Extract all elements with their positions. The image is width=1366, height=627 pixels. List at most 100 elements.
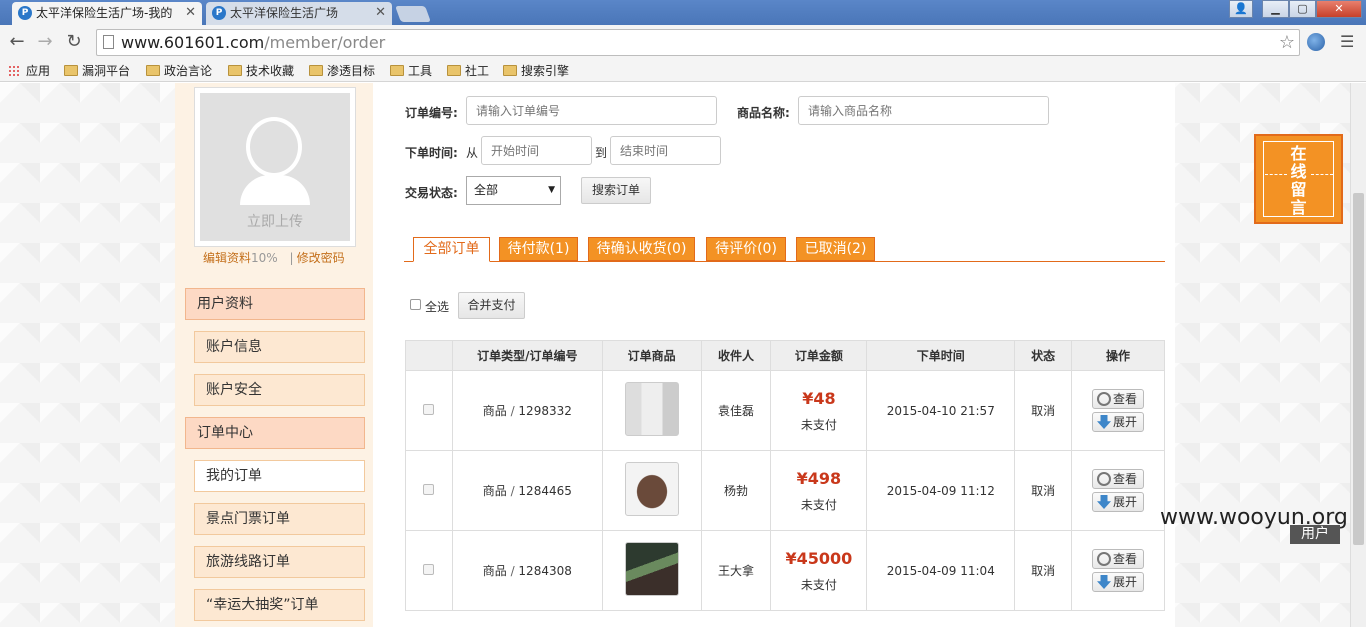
- product-thumbnail[interactable]: [624, 462, 679, 516]
- order-time: 2015-04-09 11:12: [866, 450, 1016, 531]
- order-no-label: 订单编号:: [405, 106, 458, 120]
- bookmark-folder[interactable]: 政治言论: [144, 62, 212, 80]
- close-window-button[interactable]: ✕: [1316, 0, 1362, 18]
- avatar-head-icon: [246, 117, 302, 177]
- tabs-underline: [404, 261, 1165, 262]
- cancel-link[interactable]: 取消: [1014, 530, 1073, 611]
- online-message-widget[interactable]: 在 线 留 言: [1254, 134, 1343, 224]
- bookmark-folder[interactable]: 社工: [445, 62, 489, 80]
- avatar-upload-label[interactable]: 立即上传: [200, 211, 350, 231]
- table-row: 商品 / 1298332 袁佳磊 ¥48 未支付 2015-04-10 21:57…: [405, 370, 1165, 451]
- site-favicon-icon: P: [212, 6, 226, 20]
- row-checkbox[interactable]: [423, 403, 435, 415]
- cancel-link[interactable]: 取消: [1014, 370, 1073, 451]
- select-all-label[interactable]: 全选: [425, 298, 449, 315]
- scrollbar-thumb[interactable]: [1353, 193, 1364, 545]
- forward-icon[interactable]: →: [34, 31, 56, 53]
- tab-close-icon[interactable]: ✕: [185, 2, 196, 24]
- product-name-input[interactable]: [798, 96, 1049, 125]
- order-no-input[interactable]: [466, 96, 717, 125]
- expand-button[interactable]: 展开: [1092, 412, 1145, 432]
- start-time-input[interactable]: [481, 136, 592, 165]
- select-all-checkbox[interactable]: [410, 299, 421, 310]
- order-number[interactable]: 1284308: [518, 564, 571, 578]
- product-cell: [601, 450, 702, 531]
- bookmark-folder[interactable]: 渗透目标: [307, 62, 375, 80]
- payment-status: 未支付: [800, 577, 837, 592]
- view-button[interactable]: 查看: [1092, 469, 1145, 489]
- amount-cell: ¥48 未支付: [770, 370, 868, 451]
- new-tab-button[interactable]: [395, 6, 431, 22]
- down-arrow-icon: [1097, 415, 1112, 429]
- menu-item-account-info[interactable]: 账户信息: [194, 331, 365, 363]
- end-time-input[interactable]: [610, 136, 721, 165]
- page-scrollbar[interactable]: [1350, 83, 1366, 627]
- bookmark-folder[interactable]: 漏洞平台: [62, 62, 130, 80]
- bookmark-apps[interactable]: 应用: [6, 62, 50, 80]
- menu-item-ticket-orders[interactable]: 景点门票订单: [194, 503, 365, 535]
- order-amount: ¥498: [796, 468, 842, 488]
- menu-item-lottery-orders[interactable]: “幸运大抽奖”订单: [194, 589, 365, 621]
- row-check-cell: [405, 370, 453, 451]
- view-button[interactable]: 查看: [1092, 389, 1145, 409]
- view-button[interactable]: 查看: [1092, 549, 1145, 569]
- back-icon[interactable]: ←: [6, 31, 28, 53]
- merge-pay-button[interactable]: 合并支付: [458, 292, 525, 319]
- menu-item-my-orders[interactable]: 我的订单: [194, 460, 365, 492]
- bookmark-folder[interactable]: 工具: [388, 62, 432, 80]
- minimize-button[interactable]: ▁: [1262, 0, 1289, 18]
- reload-icon[interactable]: ↻: [63, 31, 85, 53]
- status-label: 交易状态:: [405, 186, 458, 200]
- bookmark-folder[interactable]: 搜索引擎: [501, 62, 569, 80]
- search-orders-button[interactable]: 搜索订单: [581, 177, 651, 204]
- magnifier-icon: [1097, 552, 1112, 566]
- folder-icon: [390, 65, 404, 76]
- address-bar[interactable]: www.601601.com/member/order ☆: [96, 29, 1300, 56]
- expand-button[interactable]: 展开: [1092, 572, 1145, 592]
- menu-item-account-security[interactable]: 账户安全: [194, 374, 365, 406]
- col-header-product: 订单商品: [601, 340, 702, 371]
- browser-tab[interactable]: P 太平洋保险生活广场 ✕: [206, 2, 392, 25]
- order-type-number: 商品 / 1284465: [451, 450, 603, 531]
- status-select[interactable]: 全部 ▼: [466, 176, 561, 205]
- browser-menu-icon[interactable]: ☰: [1340, 33, 1356, 51]
- browser-tab-active[interactable]: P 太平洋保险生活广场-我的 ✕: [12, 2, 202, 25]
- recipient: 王大拿: [700, 530, 772, 611]
- cancel-link[interactable]: 取消: [1014, 450, 1073, 531]
- edit-profile-link[interactable]: 编辑资料: [203, 251, 251, 265]
- avatar[interactable]: 立即上传: [194, 87, 356, 247]
- menu-group-order-center[interactable]: 订单中心: [185, 417, 365, 449]
- menu-item-tour-orders[interactable]: 旅游线路订单: [194, 546, 365, 578]
- site-favicon-icon: P: [18, 6, 32, 20]
- table-row: 商品 / 1284465 杨勃 ¥498 未支付 2015-04-09 11:12…: [405, 450, 1165, 531]
- product-thumbnail[interactable]: [624, 542, 679, 596]
- tab-pending-review[interactable]: 待评价(0): [706, 237, 786, 261]
- tab-pending-receipt[interactable]: 待确认收货(0): [588, 237, 695, 261]
- order-number[interactable]: 1284465: [518, 484, 571, 498]
- order-number[interactable]: 1298332: [518, 404, 571, 418]
- change-password-link[interactable]: 修改密码: [297, 251, 345, 265]
- folder-icon: [146, 65, 160, 76]
- tab-title: 太平洋保险生活广场: [230, 6, 339, 20]
- product-cell: [601, 370, 702, 451]
- tab-all-orders[interactable]: 全部订单: [413, 237, 490, 262]
- folder-icon: [64, 65, 78, 76]
- bookmark-folder[interactable]: 技术收藏: [226, 62, 294, 80]
- maximize-button[interactable]: ▢: [1289, 0, 1316, 18]
- row-check-cell: [405, 450, 453, 531]
- bookmark-star-icon[interactable]: ☆: [1279, 30, 1295, 55]
- order-type-number: 商品 / 1284308: [451, 530, 603, 611]
- tab-close-icon[interactable]: ✕: [375, 2, 386, 24]
- table-header-row: 订单类型/订单编号 订单商品 收件人 订单金额 下单时间 状态 操作: [405, 340, 1165, 371]
- expand-button[interactable]: 展开: [1092, 492, 1145, 512]
- folder-icon: [309, 65, 323, 76]
- row-checkbox[interactable]: [423, 563, 435, 575]
- row-checkbox[interactable]: [423, 483, 435, 495]
- menu-group-user-profile[interactable]: 用户资料: [185, 288, 365, 320]
- tab-cancelled[interactable]: 已取消(2): [796, 237, 875, 261]
- tab-pending-payment[interactable]: 待付款(1): [499, 237, 578, 261]
- product-thumbnail[interactable]: [624, 382, 679, 436]
- chat-dash-right: [1311, 174, 1333, 175]
- user-profile-button[interactable]: 👤: [1229, 0, 1253, 18]
- extension-globe-icon[interactable]: [1307, 33, 1325, 51]
